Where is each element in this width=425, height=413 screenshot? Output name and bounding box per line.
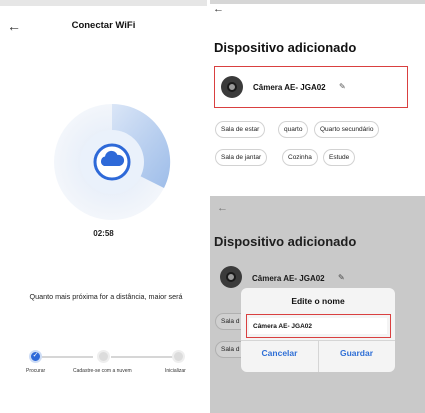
step-dot-inicializar [172, 350, 185, 363]
page-title: Conectar WiFi [71, 20, 136, 31]
device-card[interactable]: Câmera AE- JGA02 ✎ [214, 66, 408, 108]
distance-hint: Quanto mais próxima for a distância, mai… [29, 292, 183, 301]
status-bar [210, 0, 425, 4]
room-chip[interactable]: Cozinha [282, 149, 318, 166]
page-title: Dispositivo adicionado [214, 234, 357, 249]
countdown-timer: 02:58 [93, 229, 114, 238]
back-arrow-icon: ← [217, 202, 228, 214]
step-dot-procurar: ✓ [29, 350, 42, 363]
room-chip[interactable]: quarto [278, 121, 309, 138]
pencil-icon: ✎ [338, 273, 345, 282]
device-name: Câmera AE- JGA02 [252, 274, 325, 283]
wifi-connect-screen: ← Conectar WiFi 02:58 Quanto mais próxim… [0, 0, 207, 413]
room-chip[interactable]: Quarto secundário [314, 121, 380, 138]
step-dot-cadastre [97, 350, 110, 363]
device-name-input[interactable] [249, 318, 387, 334]
screenshot-collage: ← Conectar WiFi 02:58 Quanto mais próxim… [0, 0, 425, 413]
device-name: Câmera AE- JGA02 [253, 83, 326, 92]
cancel-button[interactable]: Cancelar [241, 348, 318, 358]
step-label: Cadastre-se com a nuvem [73, 368, 132, 374]
dialog-title: Edite o nome [291, 296, 345, 306]
back-arrow-icon[interactable]: ← [213, 3, 224, 15]
device-added-screen: ← Dispositivo adicionado Câmera AE- JGA0… [210, 0, 425, 193]
edit-name-screen: ← Dispositivo adicionado Câmera AE- JGA0… [210, 196, 425, 413]
step-label: Procurar [26, 368, 46, 374]
room-chip[interactable]: Sala de estar [215, 121, 266, 138]
status-bar [0, 0, 207, 6]
pencil-icon[interactable]: ✎ [339, 82, 346, 91]
scanning-radar [54, 103, 171, 220]
camera-icon [221, 76, 243, 98]
step-connector [111, 356, 175, 358]
save-button[interactable]: Guardar [318, 348, 395, 358]
room-chip[interactable]: Sala de jantar [215, 149, 268, 166]
step-connector [42, 356, 93, 358]
edit-name-dialog: Edite o nome Cancelar Guardar [241, 288, 395, 372]
page-title: Dispositivo adicionado [214, 40, 357, 55]
check-icon: ✓ [32, 352, 39, 359]
step-label: Inicializar [165, 368, 186, 374]
room-chip[interactable]: Estude [323, 149, 356, 166]
camera-icon [220, 266, 242, 288]
